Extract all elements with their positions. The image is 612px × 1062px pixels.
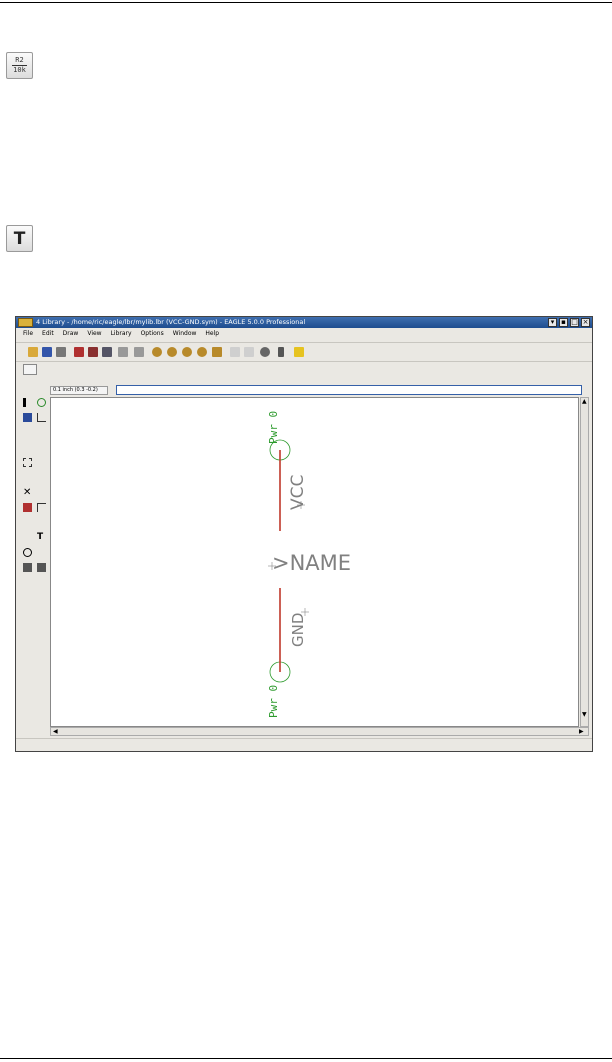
command-input[interactable]: [116, 385, 582, 395]
save-icon[interactable]: [42, 347, 52, 357]
name-icon[interactable]: [23, 503, 32, 512]
mirror-icon[interactable]: [23, 443, 32, 452]
help-icon[interactable]: [294, 347, 304, 357]
group-icon[interactable]: [23, 458, 32, 467]
status-bar: [16, 738, 592, 753]
display-icon[interactable]: [23, 413, 32, 422]
stop-icon[interactable]: [260, 347, 270, 357]
pin-icon[interactable]: [23, 578, 32, 587]
maximize-icon[interactable]: □: [570, 318, 579, 327]
window-titlebar[interactable]: 4 Library - /home/ric/eagle/lbr/mylib.lb…: [16, 317, 592, 328]
scroll-left-icon[interactable]: ◀: [53, 729, 58, 735]
info-icon[interactable]: [23, 398, 26, 407]
zoom-out-icon[interactable]: [182, 347, 192, 357]
split-icon[interactable]: [37, 473, 46, 482]
print-icon[interactable]: [56, 347, 66, 357]
vcc-label: VCC: [288, 475, 308, 510]
polygon-icon[interactable]: [37, 563, 46, 572]
scroll-down-icon[interactable]: ▼: [582, 712, 587, 718]
grid-icon[interactable]: [23, 364, 37, 375]
menu-edit[interactable]: Edit: [42, 328, 54, 340]
redo-icon[interactable]: [244, 347, 254, 357]
text-icon-glyph: T: [13, 228, 26, 249]
value-icon-top-text: R2: [15, 56, 24, 64]
page-bottom-rule: [0, 1058, 612, 1059]
drawing-canvas[interactable]: Pwr 0 Pwr 0 VCC GND >NAME: [50, 397, 579, 727]
zoom-select-icon[interactable]: [212, 347, 222, 357]
minimize-icon[interactable]: ▪: [559, 318, 568, 327]
rect-icon[interactable]: [23, 563, 32, 572]
miter-icon[interactable]: [37, 503, 46, 512]
scroll-up-icon[interactable]: ▲: [582, 399, 587, 405]
value-tool-icon[interactable]: R2 10k: [6, 52, 33, 79]
menu-window[interactable]: Window: [173, 328, 197, 340]
copy-icon[interactable]: [37, 428, 46, 437]
action-toolbar: [16, 342, 592, 362]
menu-options[interactable]: Options: [141, 328, 164, 340]
coordinate-display: 0.1 inch (0.3 -0.2): [50, 386, 108, 395]
ulp-icon[interactable]: [134, 347, 144, 357]
text-icon[interactable]: T: [37, 533, 46, 542]
arc-icon[interactable]: [37, 548, 46, 557]
bottom-pin-label: Pwr 0: [267, 685, 280, 718]
cam-icon[interactable]: [74, 347, 84, 357]
menu-library[interactable]: Library: [111, 328, 132, 340]
use-icon[interactable]: [102, 347, 112, 357]
menu-view[interactable]: View: [87, 328, 101, 340]
page-top-rule: [0, 2, 612, 3]
paste-icon[interactable]: [23, 473, 32, 482]
value-icon-bottom-text: 10k: [13, 66, 26, 74]
board-icon[interactable]: [88, 347, 98, 357]
menu-draw[interactable]: Draw: [63, 328, 79, 340]
mark-icon[interactable]: [37, 413, 46, 422]
zoom-redraw-icon[interactable]: [197, 347, 207, 357]
vertical-scrollbar[interactable]: ▲ ▼: [580, 397, 589, 727]
horizontal-scrollbar[interactable]: ◀ ▶: [50, 727, 589, 736]
tool-palette: ✕ T: [21, 395, 49, 591]
zoom-fit-icon[interactable]: [152, 347, 162, 357]
change-icon[interactable]: [37, 458, 46, 467]
gnd-label: GND: [289, 613, 307, 647]
close-icon[interactable]: ×: [581, 318, 590, 327]
top-pin-label: Pwr 0: [267, 411, 280, 444]
symbol-drawing: Pwr 0 Pwr 0 VCC GND >NAME: [267, 411, 351, 718]
rotate-icon[interactable]: [37, 443, 46, 452]
script-icon[interactable]: [118, 347, 128, 357]
value-icon[interactable]: [23, 518, 32, 527]
menu-help[interactable]: Help: [205, 328, 219, 340]
undo-icon[interactable]: [230, 347, 240, 357]
scroll-right-icon[interactable]: ▶: [579, 729, 584, 735]
go-icon[interactable]: [278, 347, 284, 357]
move-icon[interactable]: [23, 428, 32, 437]
menu-bar: File Edit Draw View Library Options Wind…: [16, 328, 592, 340]
eagle-window: 4 Library - /home/ric/eagle/lbr/mylib.lb…: [15, 316, 593, 752]
zoom-in-icon[interactable]: [167, 347, 177, 357]
wire-icon[interactable]: [23, 533, 32, 542]
open-icon[interactable]: [28, 347, 38, 357]
circle-icon[interactable]: [23, 548, 32, 557]
window-title: 4 Library - /home/ric/eagle/lbr/mylib.lb…: [36, 318, 306, 326]
app-icon: [18, 318, 33, 327]
delete-icon[interactable]: ✕: [23, 488, 32, 498]
text-tool-icon[interactable]: T: [6, 225, 33, 252]
menu-icon[interactable]: ▾: [548, 318, 557, 327]
show-icon[interactable]: [37, 398, 46, 407]
name-label: >NAME: [272, 551, 351, 575]
menu-file[interactable]: File: [23, 328, 33, 340]
